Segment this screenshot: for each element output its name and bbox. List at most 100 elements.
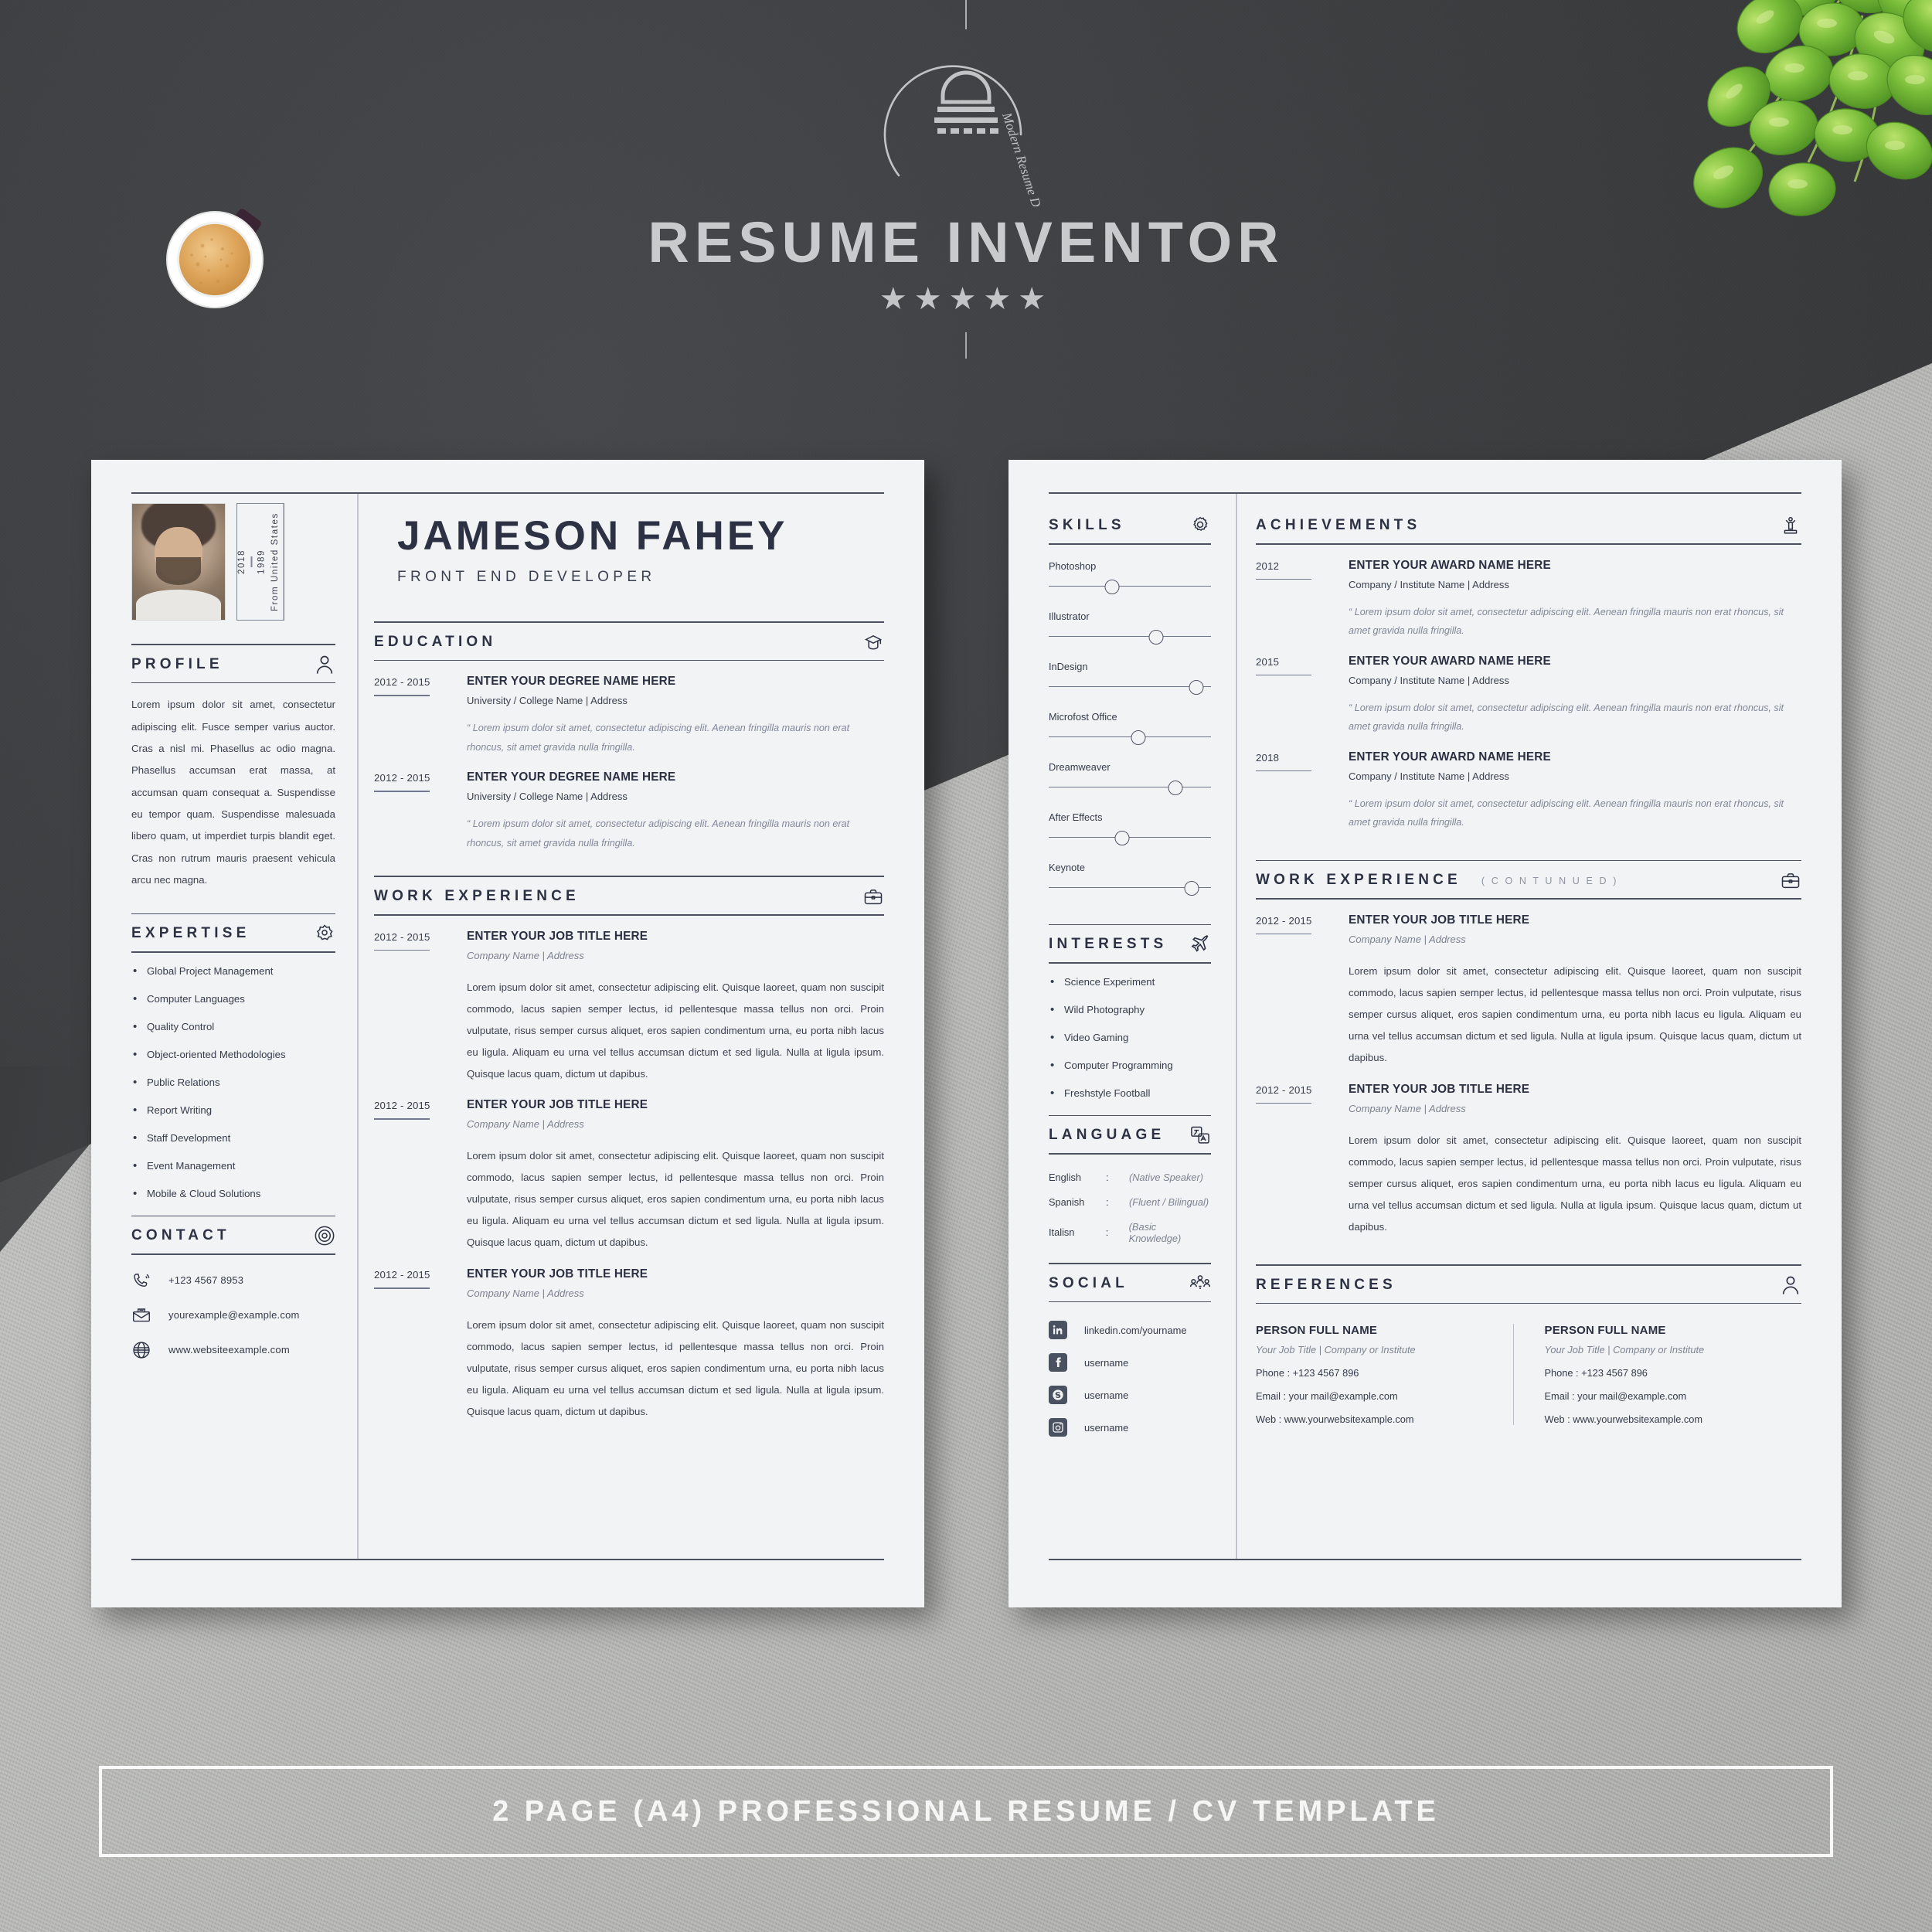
skill-slider-handle[interactable] [1184,880,1199,896]
skill-slider[interactable] [1049,679,1211,696]
work-entry-description: Lorem ipsum dolor sit amet, consectetur … [467,1319,884,1418]
work-entry-body: ENTER YOUR JOB TITLE HERE Company Name | … [1342,913,1801,1069]
social-section-title: SOCIAL [1049,1274,1128,1291]
work-entry-date: 2012 - 2015 [1256,913,1342,1069]
profile-summary-text: Lorem ipsum dolor sit amet, consectetur … [131,699,335,886]
reference-card: PERSON FULL NAME Your Job Title | Company… [1512,1324,1802,1426]
education-entry-body: ENTER YOUR DEGREE NAME HERE University / … [461,675,884,757]
contact-row-value: yourexample@example.com [168,1309,300,1321]
skill-item: Illustrator [1049,611,1211,645]
education-entry: 2012 - 2015 ENTER YOUR DEGREE NAME HERE Un… [374,770,884,852]
skill-item: Photoshop [1049,560,1211,595]
skill-track-line [1049,836,1211,838]
education-entry-body: ENTER YOUR DEGREE NAME HERE University / … [461,770,884,852]
skills-section: SKILLS Photoshop Illustrator InDesign Micro… [1049,506,1211,896]
achievement-entry-date-underline [1256,770,1311,772]
contact-row: yourexample@example.com [131,1305,335,1325]
skill-track-line [1049,685,1211,687]
language-row: English: (Native Speaker) [1049,1172,1211,1183]
linkedin-icon [1049,1321,1067,1340]
language-name: Spanish [1049,1196,1085,1208]
expertise-section: EXPERTISE Global Project Management Compu… [131,913,335,1200]
phone-icon [131,1270,151,1291]
skill-slider[interactable] [1049,578,1211,595]
footer-banner-text: 2 PAGE (A4) PROFESSIONAL RESUME / CV TEM… [492,1794,1440,1828]
graduation-cap-icon [862,631,884,653]
plant-leaves-icon [1692,0,1932,216]
language-name: Italisn [1049,1226,1075,1239]
skill-name: Dreamweaver [1049,760,1111,773]
interests-section-title: INTERESTS [1049,936,1168,953]
skill-slider[interactable] [1049,729,1211,746]
skill-item: Dreamweaver [1049,761,1211,796]
skill-slider[interactable] [1049,829,1211,846]
social-row-value: username [1084,1389,1129,1401]
achievement-entry-quote: “ Lorem ipsum dolor sit amet, consectetu… [1349,606,1784,637]
expertise-list: Global Project Management Computer Langua… [131,964,335,1200]
expertise-item: Global Project Management [131,964,335,978]
work-entry-title: ENTER YOUR JOB TITLE HERE [467,1267,648,1281]
reference-web: Web : www.yourwebsitexample.com [1544,1413,1703,1426]
interests-section: INTERESTS Science Experiment Wild Photogr… [1049,923,1211,1100]
skill-slider-handle[interactable] [1104,579,1120,594]
work-entry-date-underline [374,1118,430,1120]
education-entry-date-text: 2012 - 2015 [374,676,430,689]
work-entry: 2012 - 2015 ENTER YOUR JOB TITLE HERE Comp… [1256,1083,1801,1238]
work-entry-body: ENTER YOUR JOB TITLE HERE Company Name | … [461,1267,884,1423]
achievement-entry-date: 2012 [1256,559,1342,641]
achievement-entry-title: ENTER YOUR AWARD NAME HERE [1349,558,1551,572]
reference-card: PERSON FULL NAME Your Job Title | Company… [1256,1324,1513,1425]
skill-slider-handle[interactable] [1189,679,1204,695]
achievement-entry-title: ENTER YOUR AWARD NAME HERE [1349,750,1551,764]
work-entry: 2012 - 2015 ENTER YOUR JOB TITLE HERE Comp… [374,1267,884,1423]
page2-right-column: ACHIEVEMENTS 2012 ENTER YOUR AWARD NAME H… [1250,494,1818,1559]
profile-section-title: PROFILE [131,655,223,672]
social-row: username [1049,1386,1211,1405]
expertise-item: Object-oriented Methodologies [131,1048,335,1061]
skill-slider[interactable] [1049,879,1211,896]
skills-list: Photoshop Illustrator InDesign Microfost Of… [1049,560,1211,896]
work-entry-org: Company Name | Address [1349,934,1466,946]
skill-slider-handle[interactable] [1131,730,1145,745]
social-list: linkedin.com/yourname username username use… [1049,1321,1211,1437]
achievement-entry-title: ENTER YOUR AWARD NAME HERE [1349,654,1551,668]
achievements-section: ACHIEVEMENTS 2012 ENTER YOUR AWARD NAME H… [1256,506,1801,832]
skill-slider-handle[interactable] [1148,629,1164,645]
footer-banner: 2 PAGE (A4) PROFESSIONAL RESUME / CV TEM… [99,1766,1833,1857]
year-from: 1989 [257,549,267,574]
achievement-entry-body: ENTER YOUR AWARD NAME HERE Company / Inst… [1342,559,1801,641]
skill-slider-handle[interactable] [1114,830,1129,845]
podium-icon [1780,515,1801,536]
education-entry-date: 2012 - 2015 [374,675,461,757]
coffee-cup [151,190,283,321]
work-entry-date-text: 2012 - 2015 [374,1100,430,1112]
work-entry-description: Lorem ipsum dolor sit amet, consectetur … [467,981,884,1080]
skype-icon [1049,1386,1067,1405]
profile-section: PROFILE Lorem ipsum dolor sit amet, cons… [131,644,335,892]
contact-section: CONTACT +123 4567 8953 yourexample@exampl… [131,1215,335,1360]
education-entry-date-underline [374,695,430,696]
reference-phone: Phone : +123 4567 896 [1544,1367,1648,1379]
achievement-entry-org: Company / Institute Name | Address [1349,770,1509,782]
resume-page-2: SKILLS Photoshop Illustrator InDesign Micro… [1009,460,1842,1607]
reference-role: Your Job Title | Company or Institute [1256,1344,1416,1356]
social-section: SOCIAL linkedin.com/yourname username user… [1049,1262,1211,1437]
expertise-item: Staff Development [131,1131,335,1145]
skill-slider-handle[interactable] [1168,780,1183,795]
globe-icon [131,1340,151,1360]
job-role-subtitle: FRONT END DEVELOPER [397,569,656,585]
skill-slider[interactable] [1049,628,1211,645]
skill-name: Keynote [1049,861,1085,873]
work-entry-date-text: 2012 - 2015 [1256,1083,1312,1096]
skills-section-title: SKILLS [1049,517,1125,533]
resume-page-1: 1989 2018 From United States PROFILE Lor… [91,460,924,1607]
work-entry-date-underline [374,1287,430,1289]
skill-item: InDesign [1049,661,1211,696]
interests-list: Science Experiment Wild Photography Video … [1049,975,1211,1100]
expertise-item: Public Relations [131,1076,335,1089]
briefcase-icon [862,886,884,907]
achievement-entry-date-underline [1256,578,1311,580]
skill-slider[interactable] [1049,779,1211,796]
work-entry-date-text: 2012 - 2015 [374,930,430,943]
work-entry: 2012 - 2015 ENTER YOUR JOB TITLE HERE Comp… [1256,913,1801,1069]
